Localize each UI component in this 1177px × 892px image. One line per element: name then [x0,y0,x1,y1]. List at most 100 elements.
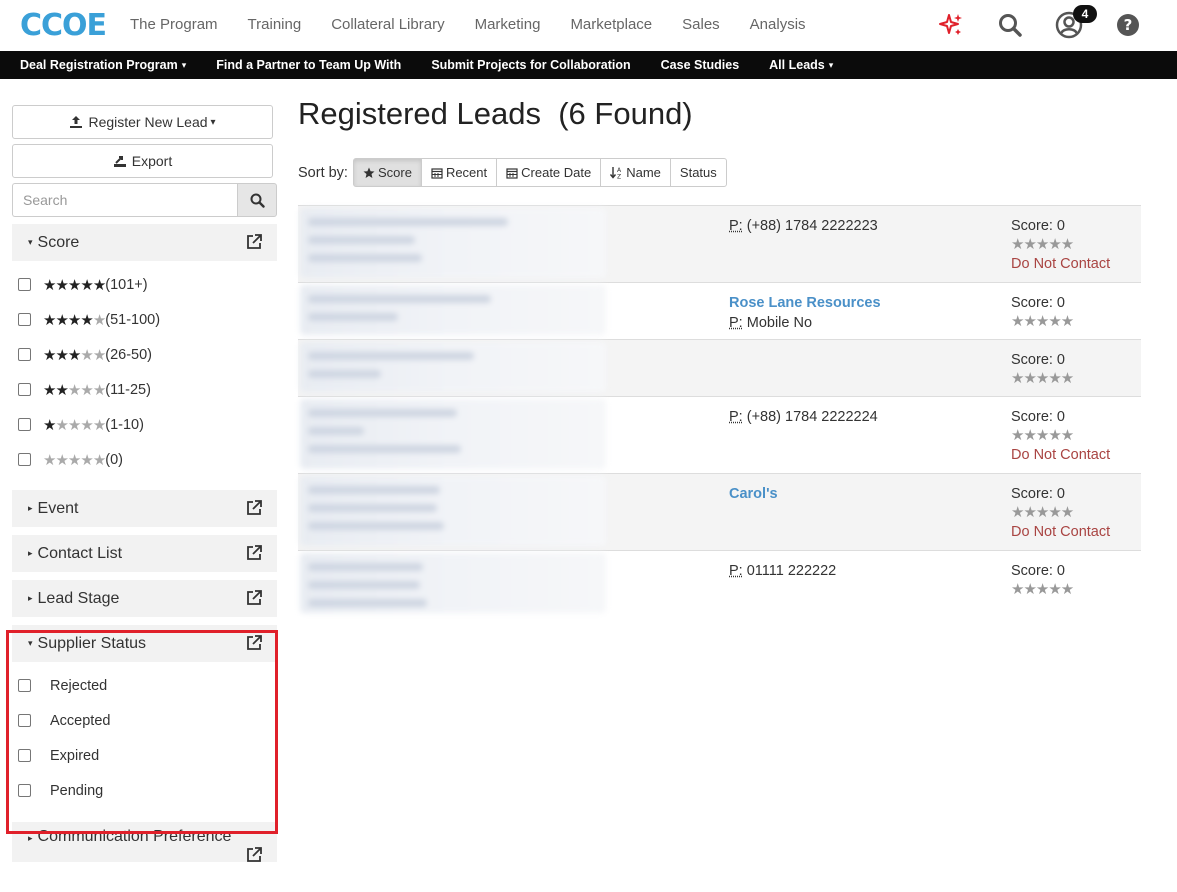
checkbox[interactable] [18,453,31,466]
svg-text:?: ? [1124,16,1133,34]
register-new-lead-button[interactable]: Register New Lead ▾ [12,105,273,139]
lead-score: Score: 0 [1011,563,1065,579]
help-icon[interactable]: ? [1113,10,1143,40]
export-button[interactable]: Export [12,144,273,178]
star-rating-icon: ★★★★★ [43,346,106,364]
nav-the-program[interactable]: The Program [130,16,218,33]
search-button[interactable] [237,183,277,217]
star-icon [363,167,375,178]
checkbox[interactable] [18,348,31,361]
lead-row[interactable]: P: (+88) 1784 2222223 Score: 0 ★★★★★ Do Not… [298,205,1141,282]
star-rating-icon: ★★★★★ [43,276,106,294]
score-option[interactable]: ★★★★★ (51-100) [18,302,277,337]
score-option[interactable]: ★★★★★ (1-10) [18,407,277,442]
lead-row[interactable]: P: 01111 222222 Score: 0 ★★★★★ [298,550,1141,615]
search-icon[interactable] [995,10,1025,40]
chevron-down-icon: ▾ [210,116,216,128]
sort-bar: Sort by: Score Recent Create Date AZ Nam… [298,158,727,187]
nav-marketing[interactable]: Marketing [475,16,541,33]
checkbox[interactable] [18,749,31,762]
do-not-contact-label: Do Not Contact [1011,447,1111,463]
checkbox[interactable] [18,278,31,291]
sort-recent-button[interactable]: Recent [420,158,498,187]
facet-communication-preference-header[interactable]: ▸ Communication Preference [12,822,277,862]
supplier-status-option-pending[interactable]: Pending [18,773,277,808]
export-icon [113,156,126,167]
checkbox[interactable] [18,383,31,396]
subnav-deal-registration[interactable]: Deal Registration Program ▾ [20,58,186,72]
nav-sales[interactable]: Sales [682,16,720,33]
phone-prefix: P: [729,563,743,579]
logo-text: CCOE [20,8,107,43]
external-link-icon[interactable] [245,846,263,869]
checkbox[interactable] [18,714,31,727]
caret-right-icon: ▸ [28,503,33,513]
score-option[interactable]: ★★★★★ (101+) [18,267,277,302]
lead-score: Score: 0 [1011,352,1065,368]
star-rating-icon: ★★★★★ [1011,313,1074,330]
subnav-case-studies[interactable]: Case Studies [661,58,740,72]
logo[interactable]: CCOE [20,6,107,46]
external-link-icon[interactable] [245,544,263,567]
facet-score-header[interactable]: ▾ Score [12,224,277,261]
facet-contact-list-header[interactable]: ▸ Contact List [12,535,277,572]
facet-event-header[interactable]: ▸ Event [12,490,277,527]
lead-score-block: Score: 0 ★★★★★ Do Not Contact [1011,216,1110,274]
external-link-icon[interactable] [245,634,263,657]
external-link-icon[interactable] [245,589,263,612]
sort-name-button[interactable]: AZ Name [600,158,671,187]
subnav-submit-projects[interactable]: Submit Projects for Collaboration [431,58,630,72]
nav-marketplace[interactable]: Marketplace [570,16,652,33]
redacted-lead-name [300,208,606,278]
supplier-status-option-expired[interactable]: Expired [18,738,277,773]
lead-contact-info: P: (+88) 1784 2222224 [729,407,878,427]
score-option[interactable]: ★★★★★ (11-25) [18,372,277,407]
star-rating-icon: ★★★★★ [43,381,106,399]
checkbox[interactable] [18,784,31,797]
phone-prefix: P: [729,409,743,425]
subnav-all-leads[interactable]: All Leads ▾ [769,58,833,72]
sort-create-date-button[interactable]: Create Date [496,158,602,187]
notification-badge[interactable]: 4 [1073,5,1097,23]
score-option[interactable]: ★★★★★ (0) [18,442,277,477]
sort-score-button[interactable]: Score [352,158,422,187]
lead-row[interactable]: Score: 0 ★★★★★ [298,339,1141,396]
lead-score-block: Score: 0 ★★★★★ [1011,350,1074,388]
score-range-label: (101+) [105,276,148,293]
sort-status-button[interactable]: Status [669,158,727,187]
sparkle-icon[interactable] [936,10,966,40]
checkbox[interactable] [18,418,31,431]
nav-collateral-library[interactable]: Collateral Library [331,16,444,33]
calendar-icon [431,167,443,179]
external-link-icon[interactable] [245,233,263,256]
search-input[interactable] [12,183,237,217]
checkbox[interactable] [18,313,31,326]
checkbox[interactable] [18,679,31,692]
subnav-find-partner[interactable]: Find a Partner to Team Up With [216,58,401,72]
nav-analysis[interactable]: Analysis [750,16,806,33]
supplier-status-option-rejected[interactable]: Rejected [18,668,277,703]
facet-lead-stage-header[interactable]: ▸ Lead Stage [12,580,277,617]
facet-supplier-status-header[interactable]: ▾ Supplier Status [12,625,277,662]
lead-row[interactable]: P: (+88) 1784 2222224 Score: 0 ★★★★★ Do Not… [298,396,1141,473]
external-link-icon[interactable] [245,499,263,522]
lead-score: Score: 0 [1011,218,1065,234]
lead-row[interactable]: Rose Lane Resources P: Mobile No Score: 0 ★… [298,282,1141,339]
sort-button-group: Score Recent Create Date AZ Name Status [352,158,727,187]
search-box [12,183,277,217]
supplier-status-option-accepted[interactable]: Accepted [18,703,277,738]
score-option[interactable]: ★★★★★ (26-50) [18,337,277,372]
redacted-lead-name [300,476,606,546]
star-rating-icon: ★★★★★ [43,451,106,469]
star-rating-icon: ★★★★★ [1011,236,1074,253]
lead-phone: P: (+88) 1784 2222223 [729,216,878,236]
phone-value: (+88) 1784 2222224 [746,409,878,425]
lead-company-link[interactable]: Rose Lane Resources [729,293,881,313]
score-range-label: (51-100) [105,311,161,328]
sub-navbar: Deal Registration Program ▾ Find a Partne… [0,51,1177,79]
lead-company-link[interactable]: Carol's [729,484,778,504]
lead-phone: P: (+88) 1784 2222224 [729,407,878,427]
nav-training[interactable]: Training [248,16,302,33]
star-rating-icon: ★★★★★ [1011,427,1074,444]
lead-row[interactable]: Carol's Score: 0 ★★★★★ Do Not Contact [298,473,1141,550]
